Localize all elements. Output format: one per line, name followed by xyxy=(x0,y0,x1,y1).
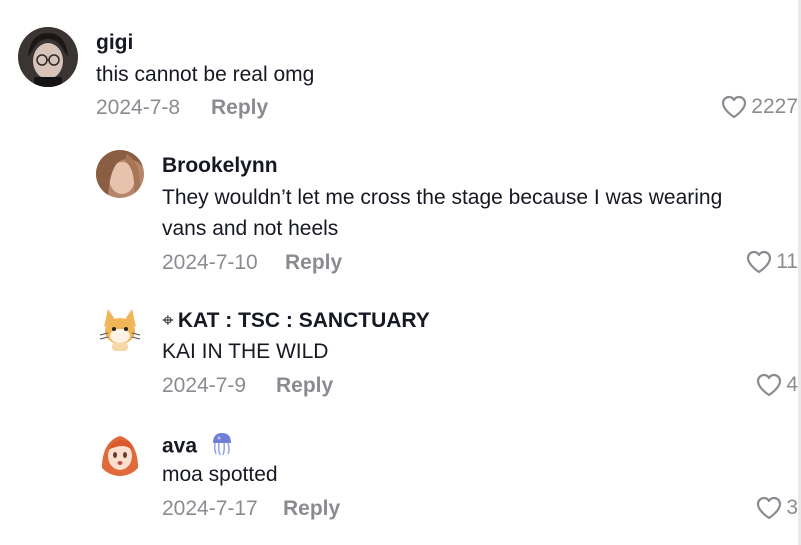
avatar[interactable] xyxy=(96,428,144,476)
reply-button[interactable]: Reply xyxy=(276,374,333,398)
comment-date: 2024-7-9 xyxy=(162,374,247,397)
crosshair-icon: ⌖ xyxy=(162,309,174,332)
like-button[interactable]: 2227 xyxy=(721,95,798,119)
like-button[interactable]: 3 xyxy=(756,496,798,520)
heart-icon xyxy=(747,250,772,274)
comment-text: moa spotted xyxy=(162,463,278,486)
comment-text: this cannot be real omg xyxy=(96,63,315,86)
reply-button[interactable]: Reply xyxy=(285,251,342,275)
comment-date: 2024-7-17 xyxy=(162,497,258,520)
like-count: 3 xyxy=(786,496,798,519)
heart-icon xyxy=(757,373,782,397)
comment-text: They wouldn’t let me cross the stage bec… xyxy=(162,186,723,240)
comment-text: KAI IN THE WILD xyxy=(162,340,329,363)
reply-button[interactable]: Reply xyxy=(283,497,340,521)
jellyfish-emoji-icon xyxy=(211,432,233,462)
like-count: 2227 xyxy=(751,95,798,118)
heart-icon xyxy=(757,496,782,520)
avatar[interactable] xyxy=(18,27,78,87)
comment-username-text: KAT : TSC : SANCTUARY xyxy=(177,309,430,332)
person-photo-avatar-icon xyxy=(96,150,144,198)
like-count: 4 xyxy=(786,373,798,396)
anime-girl-avatar-icon xyxy=(96,428,144,476)
comment-username[interactable]: Brookelynn xyxy=(162,154,278,178)
cartoon-fox-avatar-icon xyxy=(96,305,144,353)
comment-item: gigi this cannot be real omg 2024-7-8 Re… xyxy=(0,0,801,140)
reply-button[interactable]: Reply xyxy=(211,96,268,120)
heart-icon xyxy=(722,95,747,119)
avatar[interactable] xyxy=(96,305,144,353)
like-count: 11 xyxy=(776,250,798,273)
like-button[interactable]: 11 xyxy=(746,250,798,274)
like-button[interactable]: 4 xyxy=(756,373,798,397)
comment-username[interactable]: gigi xyxy=(96,31,133,55)
comment-username[interactable]: ava xyxy=(162,432,233,462)
comment-username-text: ava xyxy=(162,434,198,458)
comment-username[interactable]: ⌖ KAT : TSC : SANCTUARY xyxy=(162,309,430,333)
comment-date: 2024-7-8 xyxy=(96,96,181,119)
comment-date: 2024-7-10 xyxy=(162,251,258,274)
person-photo-avatar-icon xyxy=(18,27,78,87)
avatar[interactable] xyxy=(96,150,144,198)
